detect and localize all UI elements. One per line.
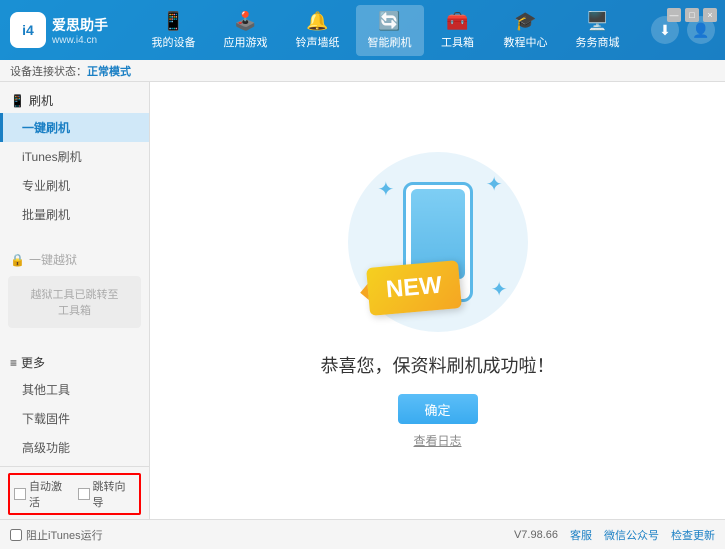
other-tools-label: 其他工具 xyxy=(22,383,70,397)
pro-flash-label: 专业刷机 xyxy=(22,179,70,193)
nav-my-device[interactable]: 📱 我的设备 xyxy=(140,5,208,56)
jailbreak-disabled-text: 越狱工具已跳转至 工具箱 xyxy=(16,282,133,322)
auto-activate-checkbox-label[interactable]: 自动激活 xyxy=(14,478,72,510)
sidebar-item-batch-flash[interactable]: 批量刷机 xyxy=(0,200,149,229)
itunes-flash-label: iTunes刷机 xyxy=(22,150,82,164)
main-content: ✦ ✦ ✦ NEW 恭喜您，保资料刷机成功啦！ 确定 查看日志 xyxy=(150,82,725,519)
success-message: 恭喜您，保资料刷机成功啦！ xyxy=(321,352,555,378)
sidebar-item-other-tools[interactable]: 其他工具 xyxy=(0,375,149,404)
jailbreak-lock-icon: 🔒 xyxy=(10,253,25,267)
status-mode: 正常模式 xyxy=(87,63,131,79)
advanced-label: 高级功能 xyxy=(22,441,70,455)
sparkle-top-left-icon: ✦ xyxy=(378,177,395,202)
sidebar-item-one-click-flash[interactable]: 一键刷机 xyxy=(0,113,149,142)
nav-tutorial[interactable]: 🎓 教程中心 xyxy=(492,5,560,56)
nav-service-label: 务务商城 xyxy=(576,34,620,50)
sidebar-flash-header: 📱 刷机 xyxy=(0,86,149,113)
success-illustration: ✦ ✦ ✦ NEW xyxy=(348,152,528,332)
new-badge: NEW xyxy=(366,260,462,316)
app-game-icon: 🕹️ xyxy=(234,11,256,32)
sidebar-jailbreak-header: 🔒 一键越狱 xyxy=(0,245,149,272)
bottom-left: 阻止iTunes运行 xyxy=(10,527,103,543)
one-click-flash-label: 一键刷机 xyxy=(22,121,70,135)
sidebar-item-advanced[interactable]: 高级功能 xyxy=(0,433,149,462)
sidebar-item-itunes-flash[interactable]: iTunes刷机 xyxy=(0,142,149,171)
more-section-label: 更多 xyxy=(21,354,45,371)
auto-activate-label: 自动激活 xyxy=(29,478,72,510)
sidebar-more-header: ≡ 更多 xyxy=(0,348,149,375)
flash-section-label: 刷机 xyxy=(29,92,53,109)
logo-area: i4 爱思助手 www.i4.cn xyxy=(10,12,120,48)
jailbreak-disabled-box: 越狱工具已跳转至 工具箱 xyxy=(8,276,141,328)
phone-circle: ✦ ✦ ✦ NEW xyxy=(348,152,528,332)
jailbreak-section-label: 一键越狱 xyxy=(29,251,77,268)
nav-ringtone[interactable]: 🔔 铃声墙纸 xyxy=(284,5,352,56)
main-layout: 📱 刷机 一键刷机 iTunes刷机 专业刷机 批量刷机 xyxy=(0,82,725,519)
service-icon: 🖥️ xyxy=(586,11,608,32)
logo-icon-text: i4 xyxy=(22,22,34,38)
guide-label: 跳转向导 xyxy=(93,478,136,510)
sparkle-bottom-right-icon: ✦ xyxy=(491,277,508,302)
view-log-link[interactable]: 查看日志 xyxy=(413,432,461,449)
auto-activate-checkbox[interactable] xyxy=(14,488,26,500)
win-maximize-btn[interactable]: □ xyxy=(685,8,699,22)
auto-activate-row: 自动激活 跳转向导 xyxy=(8,473,141,515)
logo-icon: i4 xyxy=(10,12,46,48)
win-close-btn[interactable]: × xyxy=(703,8,717,22)
my-device-icon: 📱 xyxy=(162,11,184,32)
download-firmware-label: 下载固件 xyxy=(22,412,70,426)
sidebar-more-section: ≡ 更多 其他工具 下载固件 高级功能 xyxy=(0,344,149,466)
nav-bar: 📱 我的设备 🕹️ 应用游戏 🔔 铃声墙纸 🔄 智能刷机 🧰 工具箱 🎓 xyxy=(120,5,651,56)
ringtone-icon: 🔔 xyxy=(306,11,328,32)
smart-flash-icon: 🔄 xyxy=(378,11,400,32)
nav-service[interactable]: 🖥️ 务务商城 xyxy=(564,5,632,56)
win-controls: — □ × xyxy=(667,8,717,22)
nav-smart-flash[interactable]: 🔄 智能刷机 xyxy=(356,5,424,56)
flash-section-icon: 📱 xyxy=(10,94,25,108)
wechat-link[interactable]: 微信公众号 xyxy=(604,527,659,543)
logo-url: www.i4.cn xyxy=(52,35,108,46)
logo-text: 爱思助手 www.i4.cn xyxy=(52,15,108,46)
confirm-button[interactable]: 确定 xyxy=(398,394,478,424)
guide-checkbox[interactable] xyxy=(78,488,90,500)
sidebar-flash-section: 📱 刷机 一键刷机 iTunes刷机 专业刷机 批量刷机 xyxy=(0,82,149,233)
bottom-bar: 阻止iTunes运行 V7.98.66 客服 微信公众号 检查更新 xyxy=(0,519,725,549)
logo-title: 爱思助手 xyxy=(52,15,108,35)
sidebar-item-pro-flash[interactable]: 专业刷机 xyxy=(0,171,149,200)
nav-my-device-label: 我的设备 xyxy=(152,34,196,50)
version-label: V7.98.66 xyxy=(514,529,558,541)
status-bar: 设备连接状态： 正常模式 xyxy=(0,60,725,82)
check-update-link[interactable]: 检查更新 xyxy=(671,527,715,543)
app-header: i4 爱思助手 www.i4.cn 📱 我的设备 🕹️ 应用游戏 🔔 铃声墙纸 … xyxy=(0,0,725,60)
more-section-icon: ≡ xyxy=(10,356,17,370)
tutorial-icon: 🎓 xyxy=(514,11,536,32)
bottom-right: V7.98.66 客服 微信公众号 检查更新 xyxy=(514,527,715,543)
itunes-block-label: 阻止iTunes运行 xyxy=(26,527,103,543)
nav-ringtone-label: 铃声墙纸 xyxy=(296,34,340,50)
sidebar-jailbreak-section: 🔒 一键越狱 越狱工具已跳转至 工具箱 xyxy=(0,241,149,336)
status-label: 设备连接状态： xyxy=(10,63,87,79)
sidebar-item-download-firmware[interactable]: 下载固件 xyxy=(0,404,149,433)
nav-smart-flash-label: 智能刷机 xyxy=(368,34,412,50)
batch-flash-label: 批量刷机 xyxy=(22,208,70,222)
nav-app-game[interactable]: 🕹️ 应用游戏 xyxy=(212,5,280,56)
nav-toolbox[interactable]: 🧰 工具箱 xyxy=(428,5,488,56)
nav-app-game-label: 应用游戏 xyxy=(224,34,268,50)
nav-tutorial-label: 教程中心 xyxy=(504,34,548,50)
guide-checkbox-label[interactable]: 跳转向导 xyxy=(78,478,136,510)
support-link[interactable]: 客服 xyxy=(570,527,592,543)
device-panel: 自动激活 跳转向导 📱 iPhone 15 Pro Max 512GB iPho… xyxy=(0,466,149,519)
sparkle-top-right-icon: ✦ xyxy=(486,172,503,197)
win-minimize-btn[interactable]: — xyxy=(667,8,681,22)
sidebar: 📱 刷机 一键刷机 iTunes刷机 专业刷机 批量刷机 xyxy=(0,82,150,519)
toolbox-icon: 🧰 xyxy=(446,11,468,32)
nav-toolbox-label: 工具箱 xyxy=(441,34,474,50)
itunes-block-checkbox[interactable] xyxy=(10,529,22,541)
